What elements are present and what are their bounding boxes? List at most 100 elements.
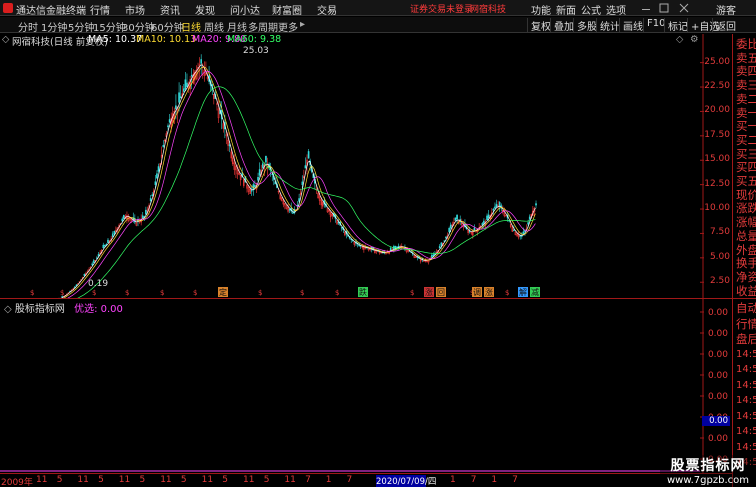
side-item: 换手 <box>736 256 756 271</box>
menu-quotes[interactable]: 行情 <box>90 2 110 17</box>
time-tick: 7 <box>305 475 311 485</box>
candle-body <box>307 151 310 159</box>
high-annotation: 25.03 <box>243 46 269 56</box>
time-axis[interactable]: 2009年 11 5 11 5 11 5 11 5 11 5 11 5 11 7 1 7 1 7 1 7 <box>0 473 732 487</box>
candle-body <box>178 92 180 103</box>
tab-multi-period[interactable]: 多周期 <box>248 19 278 34</box>
tab-1min[interactable]: 1分钟 <box>41 19 67 34</box>
candle-body <box>184 79 187 90</box>
menu-function[interactable]: 功能 <box>531 2 551 17</box>
signal-tick: $ <box>30 289 34 297</box>
signal-tick: $ <box>300 289 304 297</box>
tab-weekly[interactable]: 周线 <box>204 19 224 34</box>
side-item: 净资 <box>736 269 756 284</box>
candle-body <box>454 217 457 221</box>
side-item: 卖四 <box>736 64 756 79</box>
signal-tick: $ <box>60 289 64 297</box>
indicator-tick: 0.00 <box>708 308 728 318</box>
menu-trade[interactable]: 交易 <box>317 2 337 17</box>
diamond-icon[interactable]: ◇ <box>676 34 683 45</box>
time-tick: 1 <box>450 475 456 485</box>
back-button[interactable]: 返回 <box>712 18 739 33</box>
candle-body <box>288 209 291 211</box>
side-item: 卖二 <box>736 91 756 106</box>
candle-body <box>107 239 109 244</box>
tab-monthly[interactable]: 月线 <box>227 19 247 34</box>
candle-body <box>298 198 300 202</box>
ma10-label: MA10: 10.13 <box>136 34 197 45</box>
login-status[interactable]: 证券交易未登录 <box>410 2 473 15</box>
menu-options[interactable]: 选项 <box>606 2 626 17</box>
time-tick: 11 <box>160 475 172 485</box>
side-item: 涨跌 <box>736 201 756 216</box>
indicator-chart[interactable]: 0.000.000.000.000.000.000.000.00 <box>0 298 731 473</box>
side-item: 卖一 <box>736 105 756 120</box>
candle-body <box>445 236 447 239</box>
tab-more[interactable]: 更多 <box>278 19 298 34</box>
menu-discover[interactable]: 发现 <box>195 2 215 17</box>
restore-icon <box>659 3 669 13</box>
side-item: 总量 <box>736 228 756 243</box>
candle-body <box>151 194 154 197</box>
indicator-title: 股标指标网 <box>14 304 65 315</box>
candle-body <box>473 227 476 232</box>
candle-body <box>154 181 157 185</box>
side-lower-item: 14:50 <box>736 379 756 391</box>
price-tick: 20.00 <box>704 105 730 116</box>
cursor-date: 2020/07/09/四 <box>376 475 437 487</box>
candle-body <box>358 244 360 247</box>
kline-chart[interactable]: $$$$$$$$$$$$定跌涨回调涨解减 <box>0 34 731 298</box>
menu-news[interactable]: 资讯 <box>160 2 180 17</box>
collapse-icon[interactable]: ◇ <box>2 34 9 45</box>
window-controls <box>642 3 689 13</box>
tab-30min[interactable]: 30分钟 <box>122 19 155 34</box>
time-tick: 7 <box>470 475 477 485</box>
signal-tick: $ <box>410 289 414 297</box>
watermark: 股票指标网 www.7gpzb.com <box>660 455 756 487</box>
side-item: 买三 <box>736 146 756 161</box>
tab-15min[interactable]: 15分钟 <box>93 19 126 34</box>
menu-wealth-circle[interactable]: 财富圈 <box>272 2 302 17</box>
app-name: 通达信金融终端 <box>16 6 86 17</box>
guest-label[interactable]: 游客 <box>716 2 736 17</box>
ma60-label: MA60: 9.38 <box>227 34 282 45</box>
candle-body <box>121 218 124 222</box>
draw-line-button[interactable]: 画线 <box>619 18 646 33</box>
side-separator <box>733 298 756 299</box>
menu-market[interactable]: 市场 <box>125 2 145 17</box>
quote-side-panel: 委比 卖五 卖四 卖三 卖二 卖一 买一 买二 买三 买四 买五 现价 涨跌 涨幅 总量 外盘 换手 净资 收益 自动… <box>732 34 756 487</box>
indicator-tick: 0.00 <box>708 434 728 444</box>
candle-body <box>380 252 383 254</box>
candle-body <box>175 105 177 110</box>
time-tick: 5 <box>180 475 187 485</box>
price-tick: 25.00 <box>704 56 730 67</box>
candle-body <box>481 223 484 225</box>
time-tick: 7 <box>512 475 518 485</box>
signal-label: 涨 <box>425 287 433 297</box>
time-tick: 11 <box>118 475 131 485</box>
candle-body <box>448 228 450 232</box>
candle-body <box>167 125 169 128</box>
menu-ask-xiaoda[interactable]: 问小达 <box>230 2 260 17</box>
signal-label: 解 <box>519 287 527 297</box>
side-item: 买四 <box>736 160 756 175</box>
side-item: 收益 <box>736 283 756 298</box>
indicator-tick: 0.00 <box>708 350 728 360</box>
candle-body <box>168 119 171 123</box>
tab-daily[interactable]: 日线 <box>181 19 201 34</box>
signal-label: 回 <box>437 288 445 297</box>
menu-formula[interactable]: 公式 <box>581 2 601 17</box>
candle-body <box>494 206 496 209</box>
menu-new-page[interactable]: 新面 <box>556 2 576 17</box>
indicator-collapse-icon[interactable]: ◇ <box>4 304 12 315</box>
indicator-tick: 0.00 <box>708 392 728 402</box>
settings-icon[interactable]: ⚙ <box>690 34 699 45</box>
tab-intraday[interactable]: 分时 <box>18 19 38 34</box>
candle-body <box>440 242 443 246</box>
more-arrow-icon[interactable]: ▸ <box>300 19 305 30</box>
tab-60min[interactable]: 60分钟 <box>151 19 184 34</box>
signal-label: 减 <box>531 287 539 297</box>
time-tick: 1 <box>325 475 332 485</box>
ma10-line <box>63 66 536 298</box>
tab-5min[interactable]: 5分钟 <box>68 19 94 34</box>
